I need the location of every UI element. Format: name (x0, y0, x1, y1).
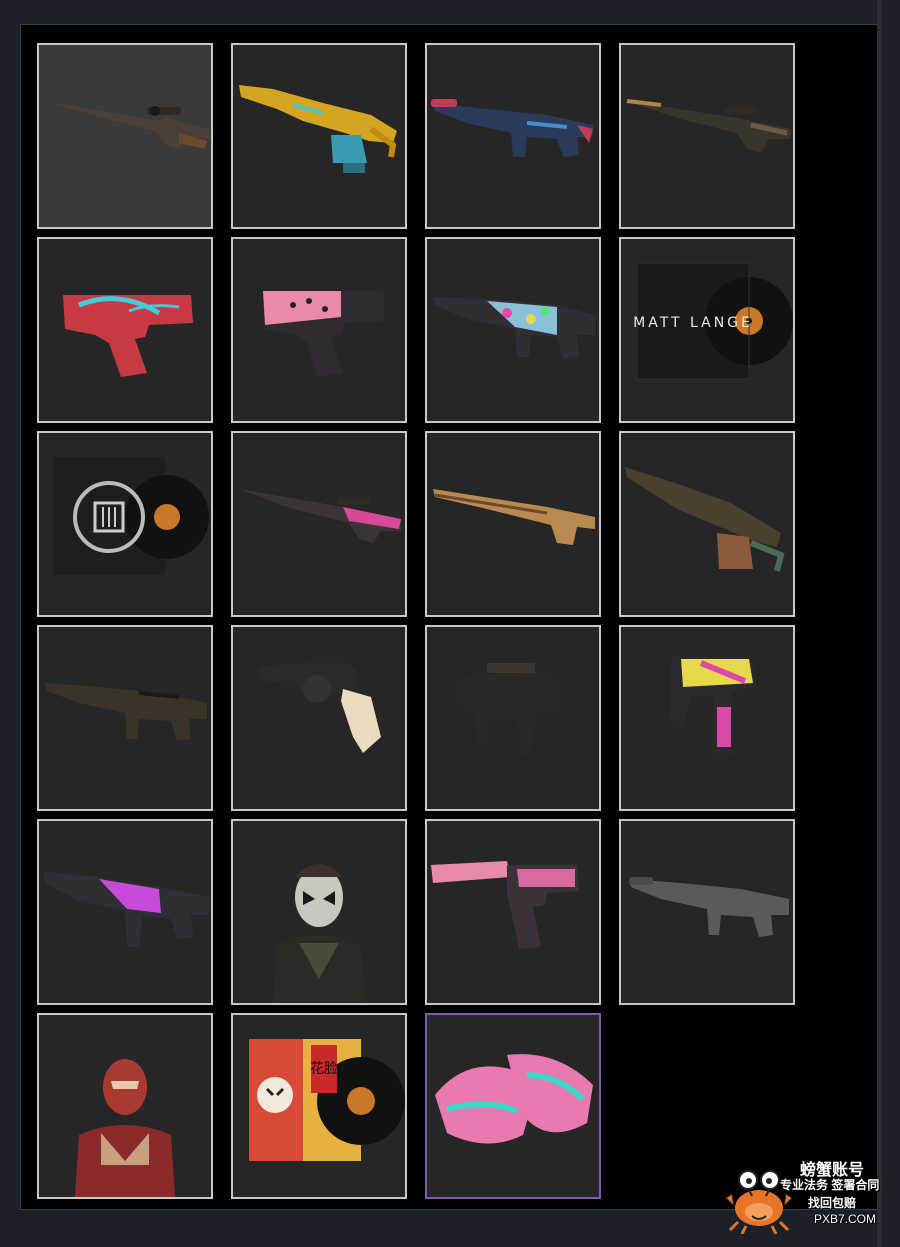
watermark-guarantee: 找回包赔 (808, 1196, 857, 1210)
machine-gun-dark-icon (625, 467, 785, 572)
inventory-slot[interactable]: MATT LANGE (619, 237, 795, 423)
music-kit-opera-icon: 花脸 (249, 1039, 405, 1161)
inventory-slot[interactable] (619, 625, 795, 811)
music-kit-label: 花脸 (310, 1061, 338, 1077)
inventory-slot[interactable] (619, 43, 795, 229)
shotgun-tan-icon (433, 489, 595, 545)
watermark-site: PXB7.COM (814, 1212, 877, 1226)
inventory-slot[interactable] (231, 819, 407, 1005)
inventory-slot[interactable] (425, 431, 601, 617)
agent-red-icon (75, 1059, 175, 1197)
inventory-slot[interactable] (37, 43, 213, 229)
inventory-slot[interactable] (619, 431, 795, 617)
sniper-rifle-icon (45, 101, 211, 149)
inventory-slot[interactable] (37, 431, 213, 617)
revolver-icon (257, 659, 381, 753)
desert-eagle-pink-icon (263, 291, 385, 377)
inventory-slot[interactable] (37, 819, 213, 1005)
gloves-icon (435, 1054, 593, 1144)
inventory-slot[interactable] (231, 431, 407, 617)
inventory-slot[interactable] (37, 237, 213, 423)
music-kit-icon: MATT LANGE (633, 262, 793, 380)
inventory-slot[interactable] (619, 819, 795, 1005)
inventory-slot[interactable] (425, 819, 601, 1005)
watermark-slogan: 专业法务 签署合同 (780, 1178, 880, 1192)
watermark: 螃蟹账号 专业法务 签署合同 找回包赔 PXB7.COM (722, 1146, 900, 1246)
inventory-slot[interactable]: 花脸 (231, 1013, 407, 1199)
inventory-slot[interactable] (425, 43, 601, 229)
window-scroll-rail[interactable] (877, 0, 882, 1247)
inventory-slot[interactable] (425, 1013, 601, 1199)
smg-dark-icon (457, 663, 561, 755)
sniper-rifle-pink-icon (239, 489, 401, 543)
assault-rifle-pink-icon (43, 871, 209, 947)
sniper-rifle-tan-icon (626, 99, 791, 153)
pistol-red-icon (63, 295, 193, 377)
agent-masked-icon (273, 864, 365, 1003)
carbine-dark-icon (45, 683, 207, 741)
carbine-grey-icon (629, 877, 789, 937)
inventory-slot[interactable] (231, 625, 407, 811)
inventory-slot[interactable] (37, 625, 213, 811)
music-kit-emblem-icon (53, 457, 209, 575)
inventory-slot[interactable] (37, 1013, 213, 1199)
inventory-slot[interactable] (425, 625, 601, 811)
crab-mascot-icon (725, 1170, 793, 1234)
inventory-slot[interactable] (231, 237, 407, 423)
music-kit-label: MATT LANGE (633, 315, 753, 331)
inventory-slot[interactable] (425, 237, 601, 423)
machine-gun-yellow-icon (239, 85, 397, 173)
machine-pistol-pink-icon (669, 657, 757, 755)
assault-rifle-blue-icon (431, 99, 593, 157)
inventory-slot[interactable] (231, 43, 407, 229)
assault-rifle-graffiti-icon (433, 297, 595, 359)
suppressed-pistol-icon (431, 861, 579, 949)
